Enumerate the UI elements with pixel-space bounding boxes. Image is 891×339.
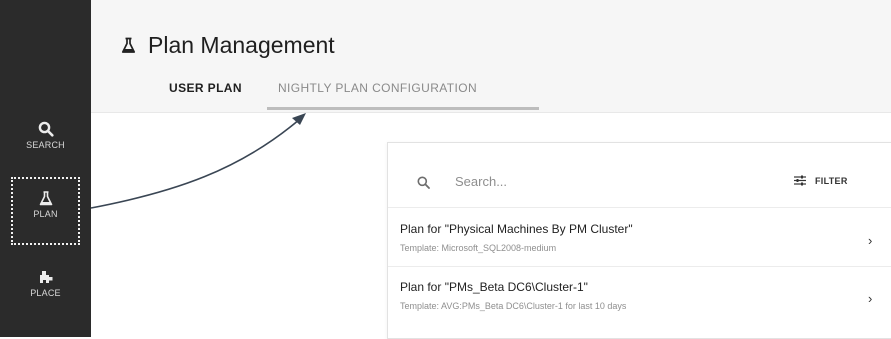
sliders-icon — [794, 175, 806, 186]
tab-indicator — [267, 107, 539, 110]
plan-list-panel: FILTER Plan for "Physical Machines By PM… — [387, 142, 891, 339]
search-input[interactable] — [455, 171, 755, 191]
plan-template: Template: AVG:PMs_Beta DC6\Cluster-1 for… — [400, 301, 627, 311]
title-row: Plan Management — [121, 32, 335, 59]
plan-name: Plan for "PMs_Beta DC6\Cluster-1" — [400, 280, 588, 294]
filter-button[interactable]: FILTER — [794, 175, 848, 186]
plan-template: Template: Microsoft_SQL2008-medium — [400, 243, 557, 253]
tab-bar: USER PLAN NIGHTLY PLAN CONFIGURATION — [169, 81, 513, 95]
chevron-right-icon: › — [868, 291, 873, 306]
plan-list-item[interactable]: Plan for "PMs_Beta DC6\Cluster-1" Templa… — [388, 267, 891, 324]
page-header: Plan Management USER PLAN NIGHTLY PLAN C… — [91, 0, 891, 112]
header-divider — [91, 112, 891, 113]
nav-search-label: SEARCH — [26, 140, 65, 150]
search-icon — [417, 176, 430, 189]
plan-list-item[interactable]: Plan for "Physical Machines By PM Cluste… — [388, 209, 891, 267]
flask-icon — [39, 191, 52, 206]
nav-item-place[interactable]: PLACE — [0, 269, 91, 298]
tab-nightly-plan-configuration[interactable]: NIGHTLY PLAN CONFIGURATION — [278, 81, 477, 95]
flask-icon — [121, 37, 136, 53]
nav-plan-label: PLAN — [33, 209, 58, 219]
chevron-right-icon: › — [868, 233, 873, 248]
filter-label: FILTER — [815, 175, 848, 186]
plan-name: Plan for "Physical Machines By PM Cluste… — [400, 222, 633, 236]
nav-item-plan[interactable]: PLAN — [11, 177, 80, 245]
page-title: Plan Management — [148, 32, 335, 58]
side-navigation: SEARCH PLAN PLACE — [0, 0, 91, 337]
nav-place-label: PLACE — [30, 288, 61, 298]
tab-user-plan[interactable]: USER PLAN — [169, 81, 242, 95]
search-bar: FILTER — [388, 143, 891, 208]
nav-item-search[interactable]: SEARCH — [0, 121, 91, 150]
place-icon — [39, 271, 52, 283]
search-icon — [38, 121, 54, 137]
